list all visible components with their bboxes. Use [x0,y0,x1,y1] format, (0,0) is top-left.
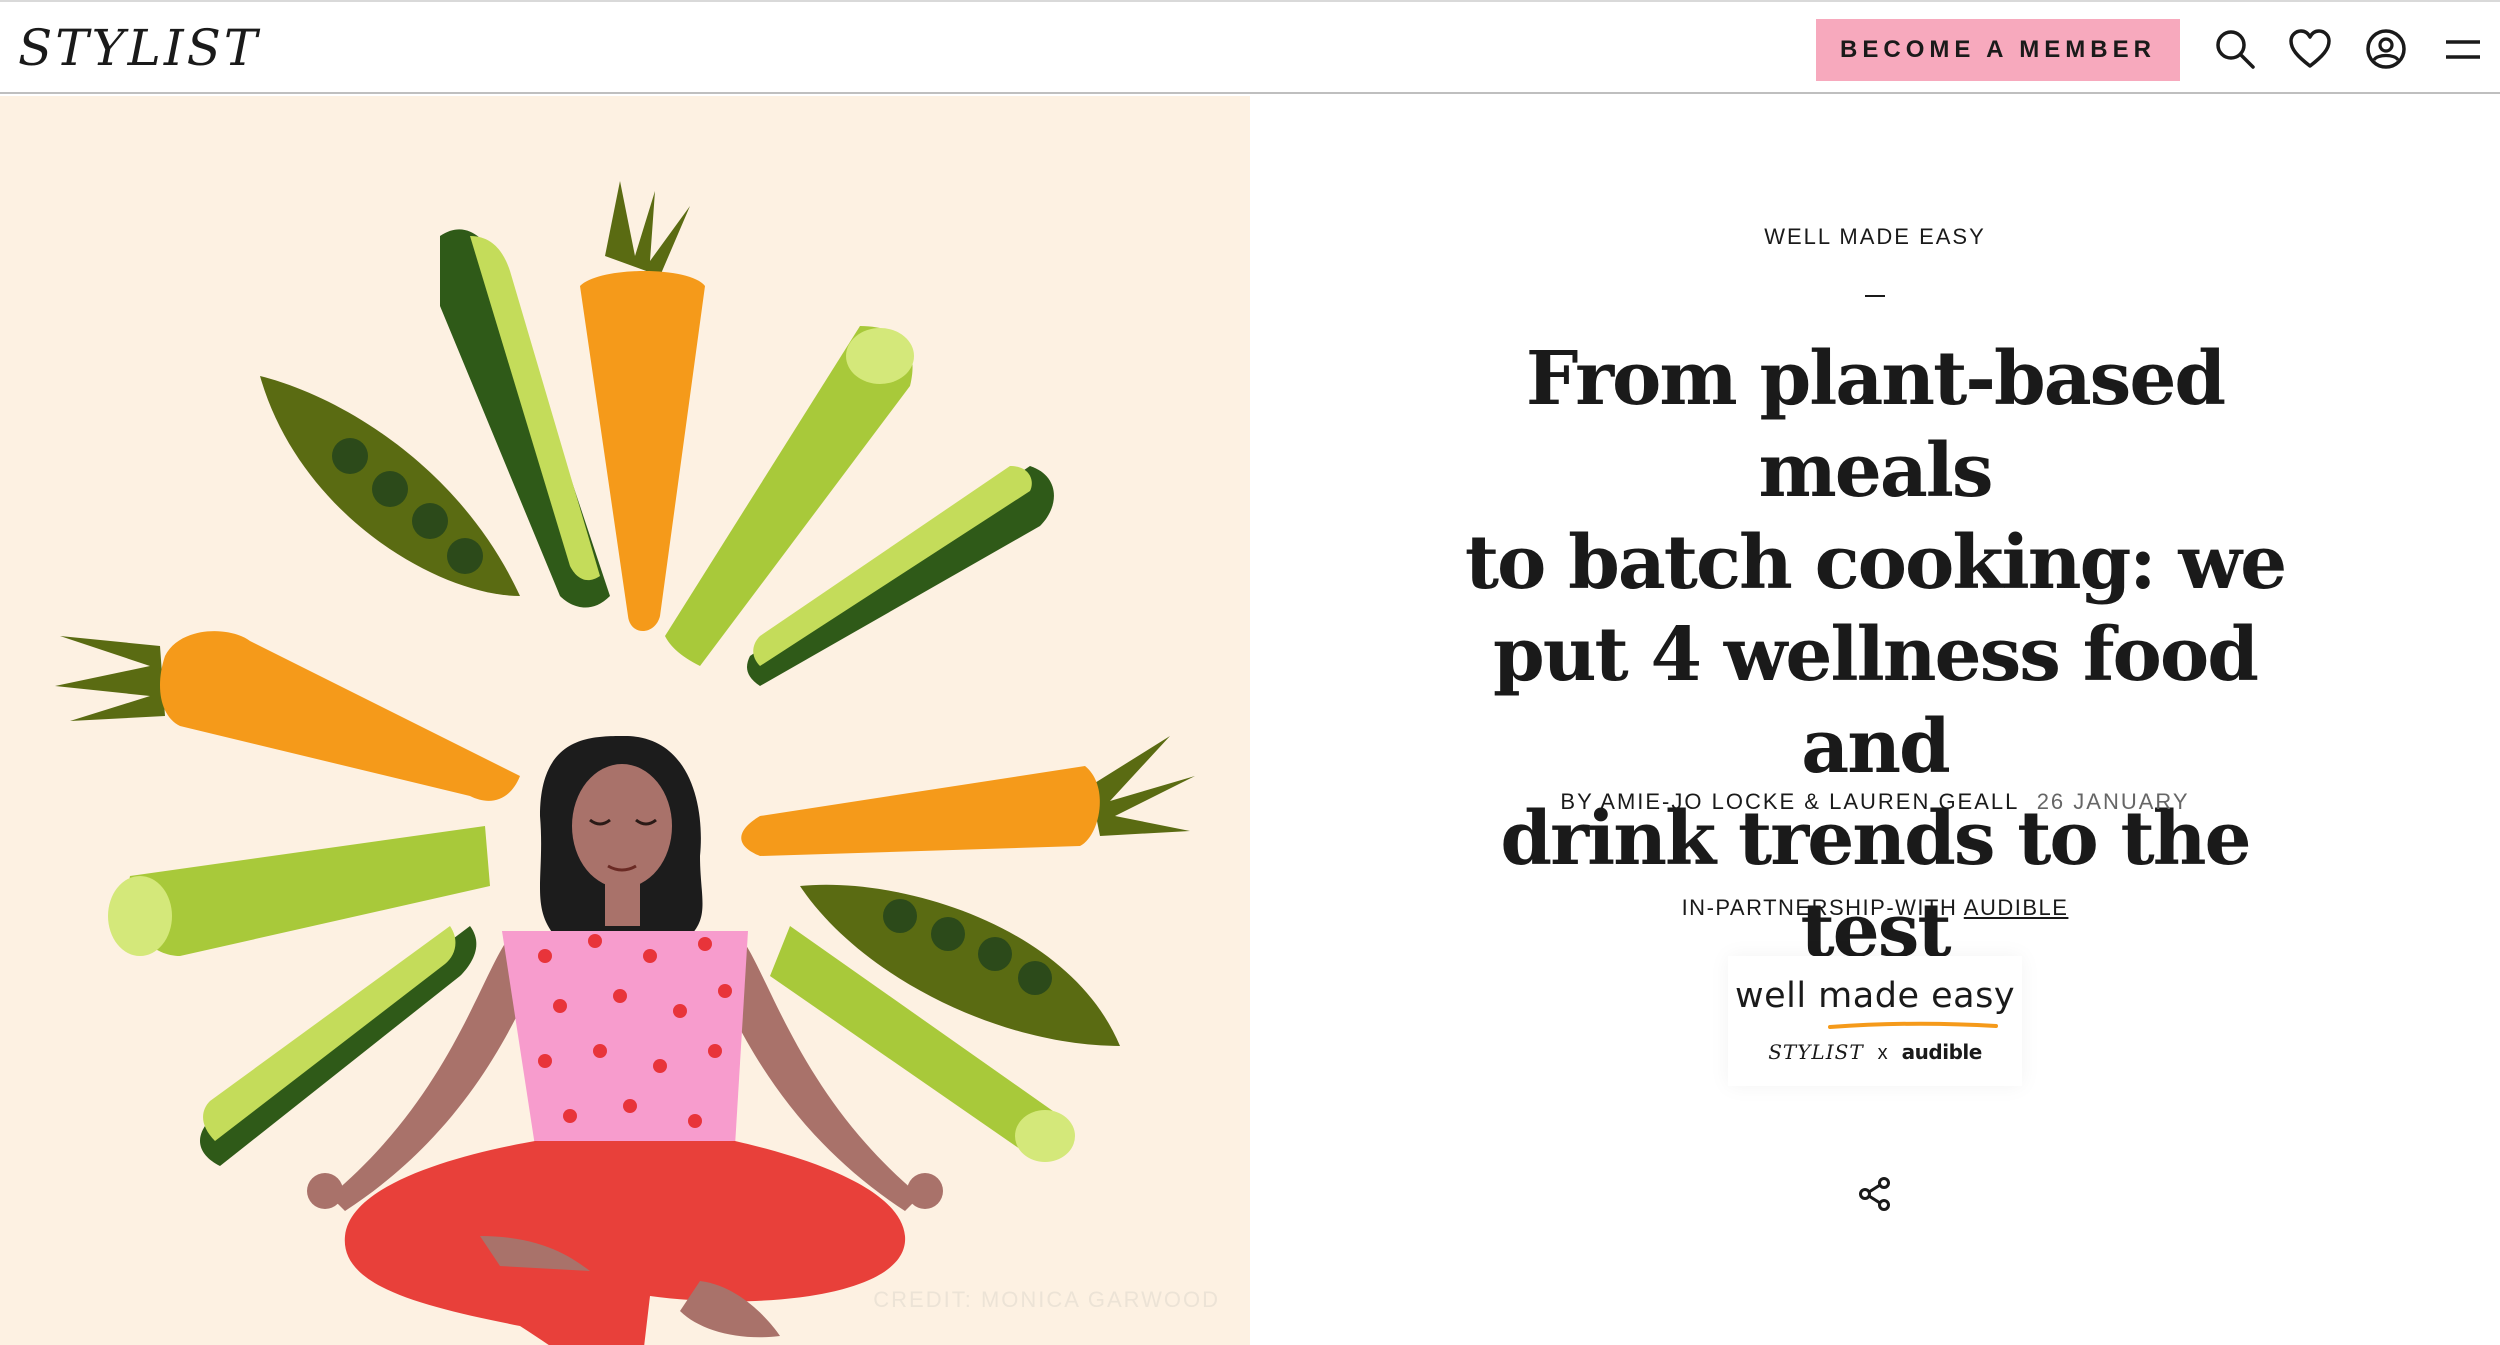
become-member-button[interactable]: BECOME A MEMBER [1816,19,2180,81]
headline-line: put 4 wellness food and [1492,612,2259,790]
woman-pants [344,1141,906,1345]
carrot-left [55,631,520,801]
partner-badge[interactable]: well made easy STYLIST x audible [1728,956,2022,1086]
hero-illustration: CREDIT: MONICA GARWOOD [0,96,1250,1345]
article-header: WELL MADE EASY From plant-based meals to… [1250,96,2500,1345]
image-credit: CREDIT: MONICA GARWOOD [873,1287,1220,1312]
badge-brands: STYLIST x audible [1728,1040,2022,1065]
woman-top [502,931,748,1146]
headline-line: From plant-based meals [1525,336,2226,514]
badge-title: well made easy [1734,976,2016,1016]
headline-line: drink trends to the test [1500,796,2251,974]
divider [1865,295,1885,297]
partnership-label: IN-PARTNERSHIP-WITH [1681,895,1958,920]
article-headline: From plant-based meals to batch cooking:… [1425,333,2325,977]
partnership-line: IN-PARTNERSHIP-WITH AUDIBLE [1250,895,2500,921]
badge-audible-logo: audible [1901,1040,1983,1064]
stylist-logo[interactable]: STYLIST [18,16,260,80]
search-icon[interactable] [2212,26,2258,72]
badge-stylist-logo: STYLIST [1768,1040,1864,1064]
site-header: STYLIST BECOME A MEMBER [0,0,2500,94]
carrot-right [741,736,1195,856]
celery-left [108,826,490,956]
share-icon[interactable] [1857,1176,1893,1212]
publish-date: 26 JANUARY [2036,789,2190,814]
meditation-vegetables-illustration [55,181,1195,1345]
headline-line: to batch cooking: we [1464,520,2287,606]
article-category[interactable]: WELL MADE EASY [1250,224,2500,250]
account-icon[interactable] [2363,26,2409,72]
partner-link[interactable]: AUDIBLE [1964,895,2069,920]
badge-underline [1828,1021,1998,1029]
heart-icon[interactable] [2287,26,2333,72]
author-names[interactable]: BY AMIE-JO LOCKE & LAUREN GEALL [1560,789,2018,814]
byline: BY AMIE-JO LOCKE & LAUREN GEALL 26 JANUA… [1250,789,2500,815]
menu-icon[interactable] [2440,26,2486,72]
badge-separator: x [1877,1042,1888,1064]
pea-pod-left [260,376,520,596]
